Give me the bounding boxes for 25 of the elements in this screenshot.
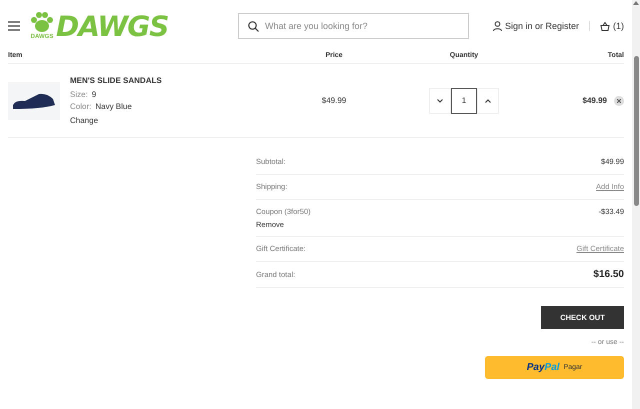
option-label: Size: xyxy=(70,90,88,99)
item-total: $49.99 xyxy=(582,96,607,105)
basket-icon xyxy=(600,22,610,30)
product-name[interactable]: MEN'S SLIDE SANDALS xyxy=(70,76,274,85)
chevron-up-icon xyxy=(485,98,491,102)
option-value: Navy Blue xyxy=(95,102,132,111)
option-value: 9 xyxy=(92,90,96,99)
scrollbar-thumb[interactable] xyxy=(634,56,638,206)
menu-icon[interactable] xyxy=(8,21,20,31)
user-icon xyxy=(492,21,502,31)
quantity-field[interactable]: 1 xyxy=(451,88,477,114)
cart-link[interactable]: (1) xyxy=(600,21,624,31)
item-price: $49.99 xyxy=(320,96,348,105)
option-label: Color: xyxy=(70,102,92,111)
chevron-down-icon xyxy=(437,98,443,102)
remove-button[interactable] xyxy=(614,96,624,106)
scroll-up-icon[interactable] xyxy=(633,0,639,6)
sign-in-link[interactable]: Sign in or Register xyxy=(492,21,590,31)
search-field[interactable]: What are you looking for? xyxy=(238,13,469,39)
paypal-logo: PayPal xyxy=(526,362,560,373)
close-icon xyxy=(617,98,621,102)
paw-icon xyxy=(30,12,54,34)
grand-total-value: $16.50 xyxy=(593,269,624,280)
change-link[interactable]: Change xyxy=(70,116,274,125)
product-photo xyxy=(8,82,60,120)
